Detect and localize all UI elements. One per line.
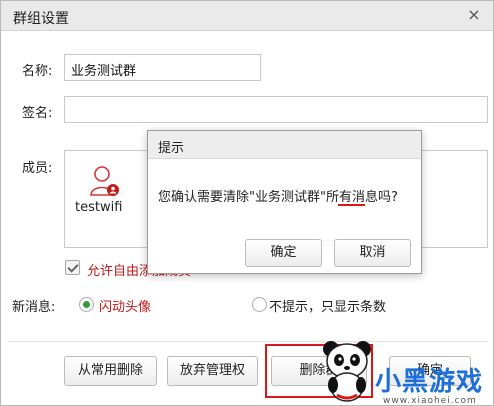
name-label: 名称:: [22, 64, 53, 79]
name-input[interactable]: 业务测试群: [64, 54, 261, 81]
watermark-logo: 小黑游戏 www.xiaohei.com: [375, 361, 484, 406]
signature-label: 签名:: [22, 106, 53, 121]
divider: [9, 341, 487, 342]
no-prompt-radio[interactable]: [252, 297, 267, 312]
window-title: 群组设置: [13, 11, 69, 27]
flash-avatar-radio[interactable]: [79, 297, 94, 312]
confirm-dialog: 提示 您确认需要清除"业务测试群"所有消息吗? 确定 取消: [147, 130, 422, 274]
remove-from-common-button[interactable]: 从常用删除: [64, 356, 157, 386]
new-message-label: 新消息:: [12, 300, 56, 315]
highlight-underline: [338, 204, 365, 206]
member-name: testwifi: [75, 200, 123, 215]
dialog-ok-button[interactable]: 确定: [245, 239, 322, 267]
user-avatar-icon: [90, 166, 119, 196]
give-up-admin-button[interactable]: 放弃管理权: [167, 356, 258, 386]
dialog-cancel-button[interactable]: 取消: [334, 239, 411, 267]
watermark-url: www.xiaohei.com: [383, 396, 477, 406]
flash-avatar-label: 闪动头像: [99, 300, 152, 315]
no-prompt-label: 不提示，只显示条数: [269, 300, 387, 315]
dialog-title-bar: 提示: [148, 131, 421, 159]
dialog-title: 提示: [158, 141, 185, 156]
member-item[interactable]: testwifi: [75, 165, 135, 225]
close-icon[interactable]: ×: [465, 6, 483, 24]
watermark-logo-text: 小黑游戏: [375, 367, 484, 397]
signature-input[interactable]: [64, 96, 488, 123]
panda-mascot-icon: [323, 341, 371, 402]
members-label: 成员:: [22, 161, 53, 176]
allow-add-members-checkbox[interactable]: [65, 260, 80, 275]
title-bar: 群组设置 ×: [1, 1, 493, 31]
group-settings-window: 群组设置 × 名称: 业务测试群 签名: 成员: testwifi 允许自由添加…: [0, 0, 494, 406]
dialog-message: 您确认需要清除"业务测试群"所有消息吗?: [158, 190, 398, 205]
